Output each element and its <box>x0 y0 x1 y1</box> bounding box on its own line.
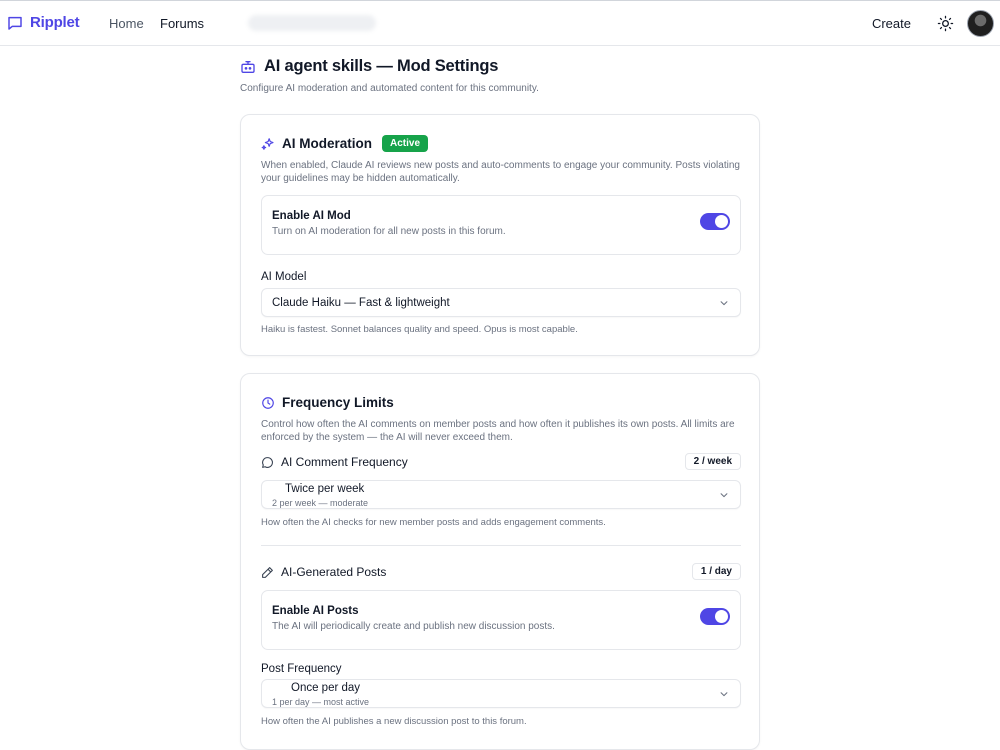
create-button[interactable]: Create <box>872 16 911 31</box>
comment-frequency-value: Twice per week <box>285 483 365 495</box>
page-title: AI agent skills — Mod Settings <box>264 57 499 75</box>
section-divider <box>261 545 741 546</box>
sun-icon[interactable] <box>937 15 954 32</box>
chevron-down-icon <box>719 298 729 308</box>
ai-generated-posts-label: AI-Generated Posts <box>281 565 387 579</box>
frequency-limits-title: Frequency Limits <box>282 395 394 410</box>
post-frequency-label: Post Frequency <box>261 663 342 675</box>
post-frequency-select[interactable]: Once per day 1 per day — most active <box>261 679 741 708</box>
enable-ai-posts-title: Enable AI Posts <box>272 605 359 617</box>
ai-comment-frequency-header: AI Comment Frequency 2 / week <box>261 453 741 471</box>
post-frequency-hint: How often the AI publishes a new discuss… <box>261 716 527 727</box>
sparkles-icon <box>261 137 275 151</box>
ai-model-label: AI Model <box>261 271 307 283</box>
chevron-down-icon <box>719 490 729 500</box>
ai-comment-frequency-label: AI Comment Frequency <box>281 455 408 469</box>
ai-moderation-card: AI Moderation Active When enabled, Claud… <box>240 114 760 356</box>
enable-ai-mod-toggle[interactable] <box>700 213 730 230</box>
page-subtitle: Configure AI moderation and automated co… <box>240 83 539 94</box>
ai-generated-posts-header: AI-Generated Posts 1 / day <box>261 563 741 581</box>
ai-moderation-description: When enabled, Claude AI reviews new post… <box>261 160 740 184</box>
avatar[interactable] <box>967 10 994 37</box>
pencil-icon <box>261 566 274 579</box>
top-nav: Ripplet Home Forums Create <box>0 0 1000 46</box>
comment-bubble-icon <box>261 456 274 469</box>
enable-ai-posts-subtitle: The AI will periodically create and publ… <box>272 621 555 632</box>
enable-ai-mod-subtitle: Turn on AI moderation for all new posts … <box>272 226 506 237</box>
enable-ai-mod-row: Enable AI Mod Turn on AI moderation for … <box>261 195 741 255</box>
ai-model-value: Claude Haiku — Fast & lightweight <box>272 297 450 309</box>
enable-ai-mod-title: Enable AI Mod <box>272 210 351 222</box>
nav-forums[interactable]: Forums <box>160 16 204 31</box>
ai-model-hint: Haiku is fastest. Sonnet balances qualit… <box>261 324 578 335</box>
brand-name: Ripplet <box>30 14 80 31</box>
post-frequency-subvalue: 1 per day — most active <box>272 697 370 707</box>
chat-bubble-icon <box>7 15 23 31</box>
page-header: AI agent skills — Mod Settings Configure… <box>240 57 760 94</box>
clock-icon <box>261 396 275 410</box>
comment-frequency-subvalue: 2 per week — moderate <box>272 498 369 508</box>
enable-ai-posts-toggle[interactable] <box>700 608 730 625</box>
comment-frequency-select[interactable]: Twice per week 2 per week — moderate <box>261 480 741 509</box>
chevron-down-icon <box>719 689 729 699</box>
comment-frequency-pill: 2 / week <box>684 453 741 470</box>
nav-home[interactable]: Home <box>109 16 144 31</box>
frequency-limits-description: Control how often the AI comments on mem… <box>261 419 735 443</box>
enable-ai-posts-row: Enable AI Posts The AI will periodically… <box>261 590 741 650</box>
post-frequency-value: Once per day <box>291 682 361 694</box>
comment-frequency-hint: How often the AI checks for new member p… <box>261 517 606 528</box>
status-badge: Active <box>382 135 429 152</box>
breadcrumb-blurred <box>248 15 376 31</box>
ai-model-select[interactable]: Claude Haiku — Fast & lightweight <box>261 288 741 317</box>
post-frequency-pill: 1 / day <box>691 563 741 580</box>
brand-logo[interactable]: Ripplet <box>7 14 80 31</box>
frequency-limits-card: Frequency Limits Control how often the A… <box>240 373 760 750</box>
robot-icon <box>240 59 256 75</box>
ai-moderation-title: AI Moderation <box>282 136 372 151</box>
